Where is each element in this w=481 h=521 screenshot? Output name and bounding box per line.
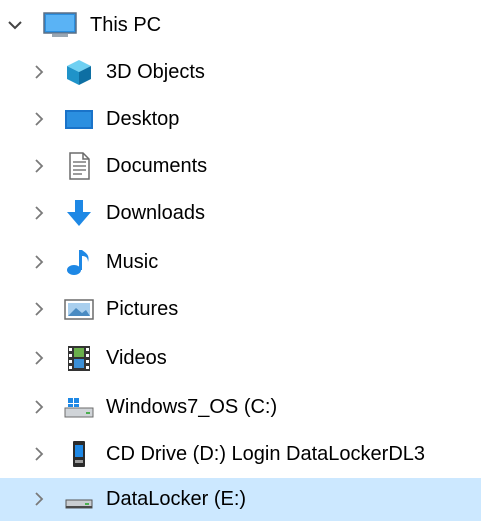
tree-item-pictures[interactable]: Pictures	[0, 286, 481, 332]
tree-item-windows7-os-c[interactable]: Windows7_OS (C:)	[0, 384, 481, 430]
tree-item-label: CD Drive (D:) Login DataLockerDL3	[106, 443, 426, 465]
tree-item-datalocker-e[interactable]: DataLocker (E:)	[0, 478, 481, 521]
tree-item-label: DataLocker (E:)	[106, 488, 247, 510]
chevron-right-icon[interactable]	[30, 490, 48, 508]
chevron-right-icon[interactable]	[30, 63, 48, 81]
tree-item-downloads[interactable]: Downloads	[0, 190, 481, 236]
downloads-icon	[67, 200, 91, 226]
chevron-right-icon[interactable]	[30, 157, 48, 175]
tree-item-3d-objects[interactable]: 3D Objects	[0, 49, 481, 95]
music-icon	[67, 250, 89, 275]
tree-item-label: Desktop	[106, 108, 180, 130]
usb-drive-icon	[65, 499, 93, 509]
tree-item-documents[interactable]: Documents	[0, 143, 481, 189]
documents-icon	[69, 152, 90, 180]
tree-item-desktop[interactable]: Desktop	[0, 96, 481, 142]
tree-item-label: Music	[106, 251, 159, 273]
tree-item-cd-drive-d[interactable]: CD Drive (D:) Login DataLockerDL3	[0, 431, 481, 477]
tree-item-label: Windows7_OS (C:)	[106, 396, 278, 418]
chevron-right-icon[interactable]	[30, 398, 48, 416]
chevron-right-icon[interactable]	[30, 110, 48, 128]
windows-drive-icon	[64, 398, 94, 418]
tree-item-this-pc[interactable]: This PC	[0, 2, 481, 48]
tree-item-label: Pictures	[106, 298, 179, 320]
this-pc-icon	[43, 12, 77, 37]
tree-item-label: Videos	[106, 347, 167, 369]
tree-item-label: 3D Objects	[106, 61, 205, 83]
chevron-right-icon[interactable]	[30, 204, 48, 222]
navigation-tree: This PC 3D Objects Desktop Documents Dow…	[0, 0, 481, 521]
desktop-icon	[65, 110, 93, 129]
3d-objects-icon	[67, 60, 91, 85]
tree-item-music[interactable]: Music	[0, 239, 481, 285]
tree-item-label: Documents	[106, 155, 208, 177]
chevron-right-icon[interactable]	[30, 349, 48, 367]
chevron-down-icon[interactable]	[6, 16, 24, 34]
chevron-right-icon[interactable]	[30, 445, 48, 463]
tree-item-label: This PC	[90, 14, 162, 36]
tree-item-videos[interactable]: Videos	[0, 335, 481, 381]
pictures-icon	[64, 299, 94, 320]
chevron-right-icon[interactable]	[30, 253, 48, 271]
tree-item-label: Downloads	[106, 202, 205, 224]
cd-drive-icon	[73, 441, 85, 467]
videos-icon	[68, 346, 90, 371]
chevron-right-icon[interactable]	[30, 300, 48, 318]
